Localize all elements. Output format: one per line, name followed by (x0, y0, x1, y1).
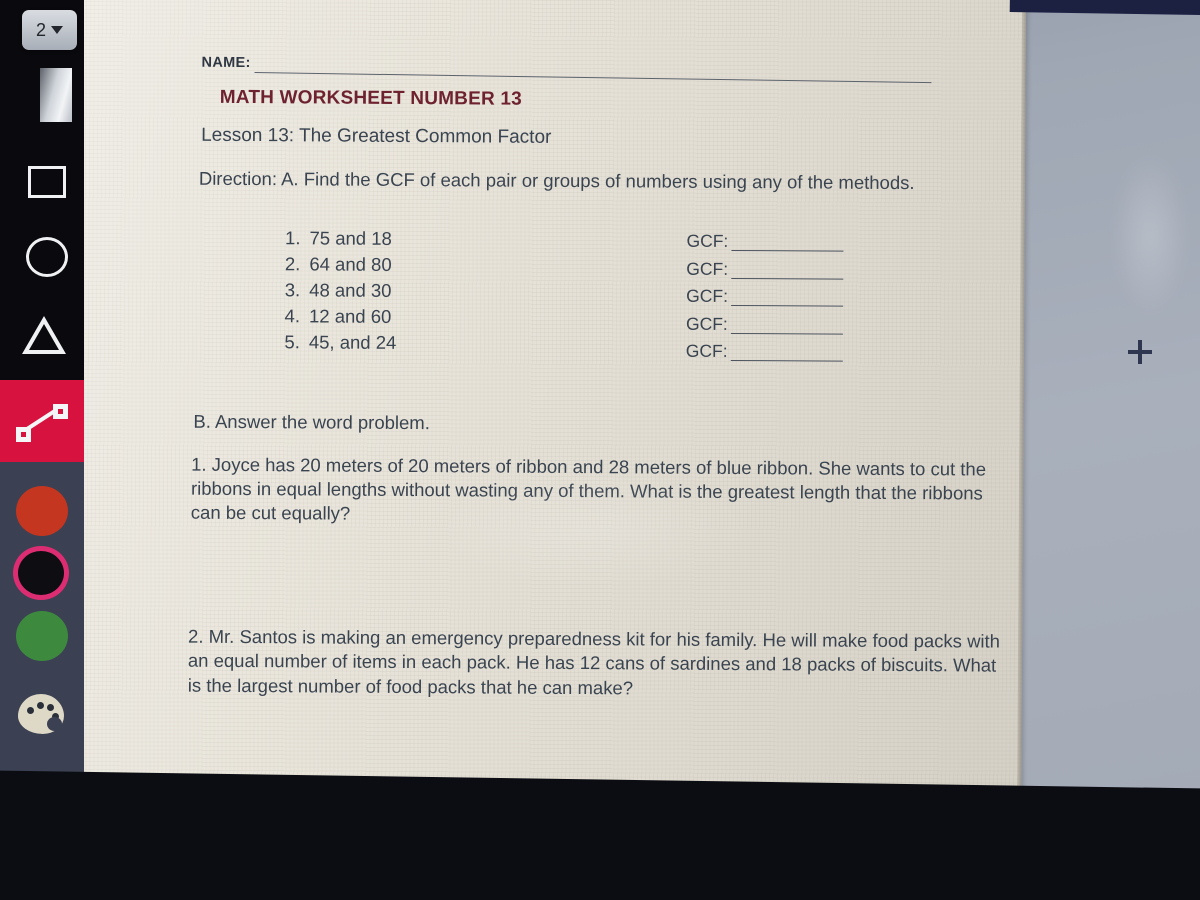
rectangle-tool[interactable] (28, 166, 66, 198)
gcf-answer-cell[interactable]: GCF: (686, 313, 843, 335)
gcf-answer-cell[interactable]: GCF: (686, 286, 843, 308)
name-label: NAME: (201, 54, 251, 72)
crosshair-cursor (1128, 340, 1152, 364)
color-swatch-red[interactable] (16, 486, 68, 536)
ellipse-tool[interactable] (26, 237, 68, 277)
color-swatch-black[interactable] (13, 546, 69, 600)
exercise-text: 64 and 80 (309, 253, 392, 275)
exercise-number: 5. (284, 331, 300, 353)
gcf-label: GCF: (686, 258, 729, 279)
gcf-label: GCF: (686, 230, 729, 251)
name-field-row[interactable]: NAME: (201, 54, 932, 84)
gcf-answer-cell[interactable]: GCF: (686, 341, 843, 363)
lesson-subtitle: Lesson 13: The Greatest Common Factor (201, 124, 552, 148)
exercise-row: 5. 45, and 24 GCF: (260, 331, 1024, 363)
exercise-text: 48 and 30 (309, 279, 392, 301)
monitor-photo: NAME: MATH WORKSHEET NUMBER 13 Lesson 13… (0, 0, 1200, 900)
stroke-size-value: 2 (35, 19, 46, 40)
triangle-tool[interactable] (22, 316, 66, 354)
line-handle-end (53, 404, 68, 419)
section-b-heading: B. Answer the word problem. (193, 410, 430, 434)
screen-glare (1110, 150, 1190, 320)
exercise-number: 3. (284, 279, 301, 301)
exercise-list: 1. 75 and 18 GCF: 2. 64 and 80 GCF: 3. 48 and 3… (80, 226, 1025, 363)
direction-a-text: Direction: A. Find the GCF of each pair … (198, 167, 915, 194)
gcf-answer-blank[interactable] (731, 277, 844, 280)
color-palette-icon[interactable] (18, 694, 64, 734)
chevron-down-icon (51, 26, 63, 34)
gcf-label: GCF: (685, 313, 728, 334)
word-problem-2: 2. Mr. Santos is making an emergency pre… (187, 625, 1001, 699)
gcf-answer-blank[interactable] (730, 360, 843, 363)
monitor-bottom-bezel (0, 770, 1200, 900)
line-tool[interactable] (0, 380, 84, 462)
gcf-answer-cell[interactable]: GCF: (686, 230, 844, 253)
stroke-size-dropdown[interactable]: 2 (22, 10, 77, 50)
word-problem-1: 1. Joyce has 20 meters of 20 meters of r… (190, 453, 987, 524)
gcf-answer-blank[interactable] (731, 249, 844, 252)
gcf-answer-blank[interactable] (730, 305, 843, 307)
name-blank-line[interactable] (254, 72, 932, 84)
gcf-answer-cell[interactable]: GCF: (686, 258, 844, 280)
exercise-number: 4. (284, 305, 301, 327)
exercise-text: 75 and 18 (309, 227, 392, 249)
exercise-number: 1. (285, 227, 301, 249)
tool-sidebar[interactable]: 2 (0, 0, 84, 784)
exercise-text: 45, and 24 (308, 331, 397, 353)
worksheet-page[interactable]: NAME: MATH WORKSHEET NUMBER 13 Lesson 13… (77, 0, 1026, 800)
line-handle-start (16, 427, 31, 442)
exercise-number: 2. (284, 253, 301, 275)
gcf-answer-blank[interactable] (730, 332, 843, 335)
color-swatch-green[interactable] (16, 611, 68, 661)
exercise-text: 12 and 60 (308, 305, 392, 327)
gcf-label: GCF: (686, 285, 729, 307)
worksheet-title: MATH WORKSHEET NUMBER 13 (219, 86, 522, 110)
gcf-label: GCF: (685, 341, 728, 362)
marker-tool[interactable] (40, 68, 72, 122)
